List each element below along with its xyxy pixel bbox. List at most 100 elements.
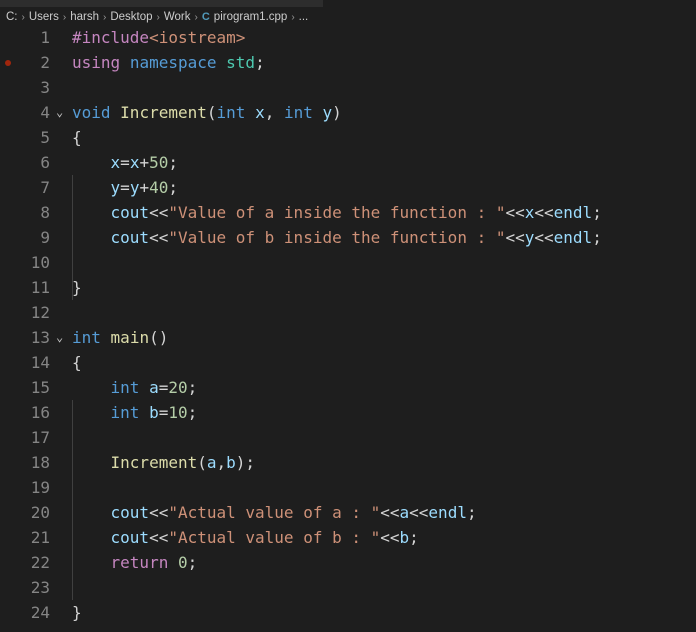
code-token: = bbox=[158, 378, 169, 397]
line-number: 21 bbox=[30, 528, 50, 547]
code-token: ) bbox=[332, 103, 342, 122]
code-token: = bbox=[158, 403, 169, 422]
code-token: << bbox=[505, 203, 525, 222]
code-line[interactable]: 5{ bbox=[0, 125, 696, 150]
code-line[interactable]: 14 { bbox=[0, 350, 696, 375]
code-line[interactable]: 21 cout<<"Actual value of b : "<<b; bbox=[0, 525, 696, 550]
code-token: void bbox=[72, 103, 111, 122]
code-line[interactable]: 18 Increment(a,b); bbox=[0, 450, 696, 475]
code-line[interactable]: 24} bbox=[0, 600, 696, 625]
code-token: main bbox=[110, 328, 150, 347]
code-text: int main() bbox=[72, 325, 168, 350]
line-number: 17 bbox=[30, 428, 50, 447]
code-line[interactable]: 7 y=y+40; bbox=[0, 175, 696, 200]
line-number: 13 bbox=[30, 328, 50, 347]
code-line[interactable]: 19 bbox=[0, 475, 696, 500]
code-line[interactable]: 13 ⌄ int main() bbox=[0, 325, 696, 350]
chevron-right-icon: › bbox=[156, 11, 160, 23]
code-line[interactable]: 6 x=x+50; bbox=[0, 150, 696, 175]
code-text: using namespace std; bbox=[72, 50, 265, 75]
breadcrumb-item-users[interactable]: Users bbox=[29, 11, 59, 23]
line-number: 6 bbox=[40, 153, 50, 172]
code-text: Increment(a,b); bbox=[72, 450, 256, 475]
code-line[interactable]: 4 ⌄ void Increment(int x, int y) bbox=[0, 100, 696, 125]
code-line[interactable]: 2 using namespace std; bbox=[0, 50, 696, 75]
code-token: endl bbox=[553, 203, 593, 222]
code-token: int bbox=[283, 103, 313, 122]
code-token: <iostream> bbox=[149, 28, 246, 47]
code-text: cout<<"Actual value of b : "<<b; bbox=[72, 525, 419, 550]
code-token: 20 bbox=[168, 378, 188, 397]
code-token: #include bbox=[72, 28, 150, 47]
code-token: << bbox=[534, 203, 554, 222]
breadcrumb-item-file[interactable]: pirogram1.cpp bbox=[214, 11, 288, 23]
code-token: x bbox=[110, 153, 121, 172]
line-number: 9 bbox=[40, 228, 50, 247]
code-token: "Actual value of b : " bbox=[168, 528, 381, 547]
code-text: int b=10; bbox=[72, 400, 198, 425]
breadcrumb-item-drive[interactable]: C: bbox=[6, 11, 18, 23]
code-line[interactable]: 15 int a=20; bbox=[0, 375, 696, 400]
breadcrumb-item-desktop[interactable]: Desktop bbox=[110, 11, 152, 23]
code-token: a bbox=[149, 378, 159, 397]
code-text: return 0; bbox=[72, 550, 198, 575]
breadcrumb-item-more[interactable]: ... bbox=[299, 11, 309, 23]
code-text: y=y+40; bbox=[72, 175, 178, 200]
code-token: 50 bbox=[149, 153, 169, 172]
code-line[interactable]: 20 cout<<"Actual value of a : "<<a<<endl… bbox=[0, 500, 696, 525]
code-token: << bbox=[149, 503, 169, 522]
code-token: << bbox=[409, 503, 429, 522]
fold-chevron-icon[interactable]: ⌄ bbox=[56, 100, 63, 125]
code-token: b bbox=[149, 403, 159, 422]
code-token: int bbox=[110, 403, 140, 422]
code-line[interactable]: 23 bbox=[0, 575, 696, 600]
line-number: 11 bbox=[30, 278, 50, 297]
line-number: 1 bbox=[40, 28, 50, 47]
code-token: y bbox=[322, 103, 333, 122]
line-number: 8 bbox=[40, 203, 50, 222]
line-number: 2 bbox=[40, 53, 50, 72]
code-line[interactable]: 12 bbox=[0, 300, 696, 325]
code-token: ); bbox=[235, 453, 256, 472]
breadcrumb-item-harsh[interactable]: harsh bbox=[70, 11, 99, 23]
code-line[interactable]: 22 return 0; bbox=[0, 550, 696, 575]
breadcrumb-item-work[interactable]: Work bbox=[164, 11, 191, 23]
fold-chevron-icon[interactable]: ⌄ bbox=[56, 325, 63, 350]
line-number: 23 bbox=[30, 578, 50, 597]
code-line[interactable]: 16 int b=10; bbox=[0, 400, 696, 425]
line-number: 18 bbox=[30, 453, 50, 472]
breadcrumb: C: › Users › harsh › Desktop › Work › C … bbox=[6, 7, 308, 27]
code-token: endl bbox=[553, 228, 593, 247]
code-line[interactable]: 3 bbox=[0, 75, 696, 100]
code-token: y bbox=[524, 228, 535, 247]
code-token: << bbox=[380, 528, 400, 547]
code-line[interactable]: 17 bbox=[0, 425, 696, 450]
code-token: << bbox=[534, 228, 554, 247]
code-token: cout bbox=[110, 528, 150, 547]
code-line[interactable]: 11} bbox=[0, 275, 696, 300]
code-editor[interactable]: 1 #include<iostream> 2 using namespace std;… bbox=[0, 25, 696, 625]
code-line[interactable]: 1 #include<iostream> bbox=[0, 25, 696, 50]
line-number: 16 bbox=[30, 403, 50, 422]
code-line[interactable]: 10 bbox=[0, 250, 696, 275]
code-token: int bbox=[110, 378, 140, 397]
code-token: a bbox=[399, 503, 410, 522]
line-number: 24 bbox=[30, 603, 50, 622]
code-token: x bbox=[255, 103, 265, 122]
line-number: 22 bbox=[30, 553, 50, 572]
code-line[interactable]: 9 cout<<"Value of b inside the function … bbox=[0, 225, 696, 250]
code-line[interactable]: 8 cout<<"Value of a inside the function … bbox=[0, 200, 696, 225]
code-token: "Value of a inside the function : " bbox=[168, 203, 506, 222]
code-token: Increment bbox=[110, 453, 198, 472]
code-token: int bbox=[72, 328, 101, 347]
